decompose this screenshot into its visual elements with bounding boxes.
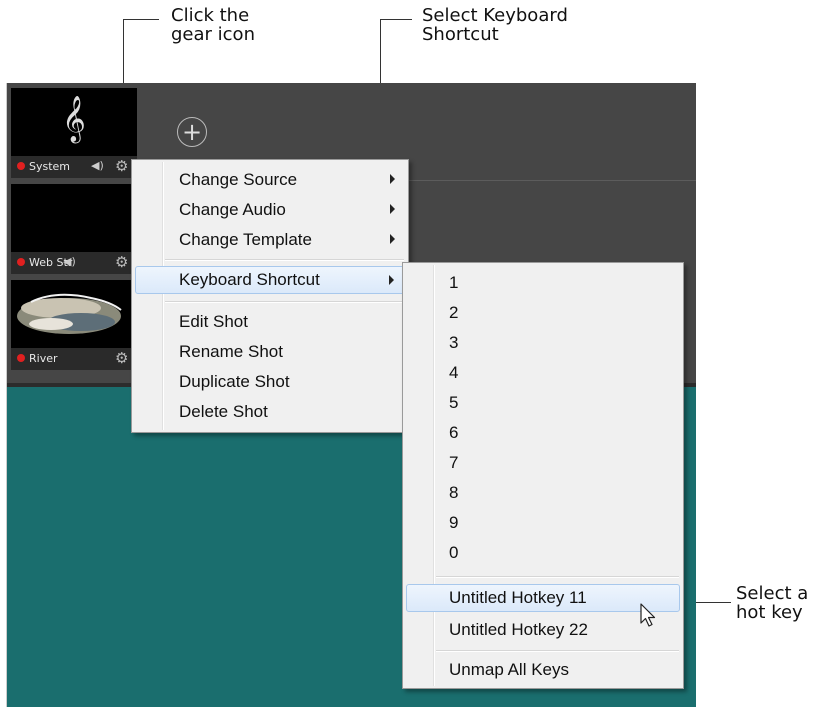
speaker-icon[interactable]: ◀) <box>91 159 104 172</box>
submenu-arrow-icon <box>390 234 395 244</box>
gear-icon[interactable]: ⚙ <box>115 253 128 271</box>
submenu-item-unmap-all[interactable]: Unmap All Keys <box>406 656 680 684</box>
submenu-item-key-8[interactable]: 8 <box>406 479 680 507</box>
live-indicator-icon <box>17 162 25 170</box>
menu-item-keyboard-shortcut[interactable]: Keyboard Shortcut <box>135 266 405 294</box>
menu-item-change-source[interactable]: Change Source <box>135 166 405 194</box>
submenu-item-key-9[interactable]: 9 <box>406 509 680 537</box>
add-shot-button[interactable]: + <box>177 117 207 147</box>
shot-label: System <box>29 160 71 173</box>
submenu-arrow-icon <box>390 204 395 214</box>
submenu-item-key-0[interactable]: 0 <box>406 539 680 567</box>
menu-item-change-template[interactable]: Change Template <box>135 226 405 254</box>
callout-hotkey: Select a hot key <box>736 583 809 623</box>
callout-shortcut: Select Keyboard Shortcut <box>422 5 568 45</box>
callout-shortcut-line <box>380 19 412 20</box>
mouse-cursor-icon <box>640 603 656 627</box>
live-indicator-icon <box>17 258 25 266</box>
shot-thumbnail <box>11 184 137 252</box>
menu-item-rename-shot[interactable]: Rename Shot <box>135 338 405 366</box>
shot-system[interactable]: 𝄞 System ◀) ⚙ <box>11 88 137 178</box>
submenu-item-key-2[interactable]: 2 <box>406 299 680 327</box>
menu-item-change-audio[interactable]: Change Audio <box>135 196 405 224</box>
submenu-item-key-7[interactable]: 7 <box>406 449 680 477</box>
shot-label: River <box>29 352 58 365</box>
menu-item-delete-shot[interactable]: Delete Shot <box>135 398 405 426</box>
menu-separator <box>436 576 679 578</box>
gear-icon[interactable]: ⚙ <box>115 157 128 175</box>
submenu-arrow-icon <box>390 174 395 184</box>
shot-web-stream[interactable]: Web Str ◀) ⚙ <box>11 184 137 274</box>
live-indicator-icon <box>17 354 25 362</box>
submenu-arrow-icon <box>389 275 394 285</box>
submenu-item-key-3[interactable]: 3 <box>406 329 680 357</box>
shot-context-menu: Change Source Change Audio Change Templa… <box>131 159 409 433</box>
menu-separator <box>436 650 679 652</box>
callout-gear-line <box>123 19 159 20</box>
callout-gear: Click the gear icon <box>171 5 255 45</box>
gear-icon[interactable]: ⚙ <box>115 349 128 367</box>
submenu-item-key-4[interactable]: 4 <box>406 359 680 387</box>
submenu-item-key-6[interactable]: 6 <box>406 419 680 447</box>
menu-item-edit-shot[interactable]: Edit Shot <box>135 308 405 336</box>
submenu-item-key-5[interactable]: 5 <box>406 389 680 417</box>
treble-clef-icon: 𝄞 <box>62 96 86 142</box>
menu-item-duplicate-shot[interactable]: Duplicate Shot <box>135 368 405 396</box>
menu-separator <box>165 259 404 261</box>
submenu-item-key-1[interactable]: 1 <box>406 269 680 297</box>
shot-river[interactable]: River ⚙ <box>11 280 137 370</box>
landscape-image <box>11 280 137 348</box>
speaker-icon[interactable]: ◀) <box>63 255 76 268</box>
menu-separator <box>165 301 404 303</box>
